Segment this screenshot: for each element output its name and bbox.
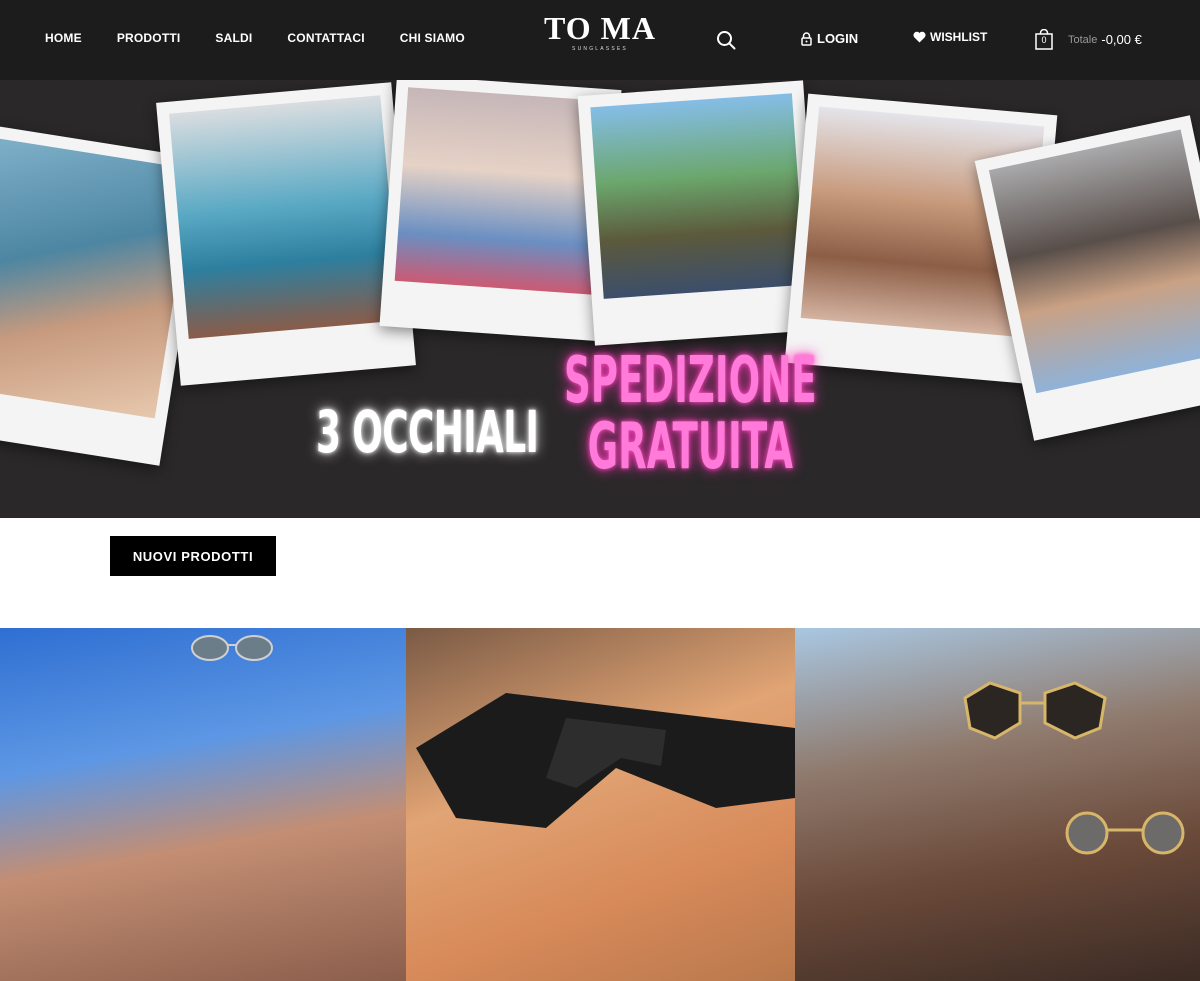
promo-text-right: SPEDIZIONE GRATUITA	[564, 348, 817, 480]
cart-total-label: Totale	[1068, 33, 1098, 46]
logo-subtitle: SUNGLASSES	[572, 46, 628, 52]
main-nav: HOME PRODOTTI SALDI CONTATTACI CHI SIAMO	[45, 31, 500, 45]
promo-line-1: SPEDIZIONE	[564, 344, 817, 418]
cart-link[interactable]: 0 Totale -0,00 €	[1035, 28, 1142, 50]
product-image[interactable]	[0, 628, 406, 981]
sunglasses-shape	[1065, 811, 1185, 855]
logo-text: TO MA	[544, 10, 656, 46]
cart-count: 0	[1041, 35, 1047, 45]
login-label: LOGIN	[817, 31, 859, 46]
cart-total-value: -0,00 €	[1101, 32, 1142, 47]
nav-contattaci[interactable]: CONTATTACI	[287, 31, 364, 45]
polaroid-photo	[577, 80, 821, 346]
product-image[interactable]	[406, 628, 795, 981]
login-link[interactable]: LOGIN	[801, 31, 858, 46]
sunglasses-shape	[416, 693, 795, 828]
search-icon[interactable]	[716, 30, 736, 50]
new-products-button[interactable]: NUOVI PRODOTTI	[110, 536, 276, 576]
lock-icon	[801, 31, 812, 46]
sunglasses-shape	[191, 635, 273, 661]
polaroid-photo	[156, 82, 416, 386]
nav-saldi[interactable]: SALDI	[215, 31, 252, 45]
site-header: HOME PRODOTTI SALDI CONTATTACI CHI SIAMO…	[0, 0, 1200, 80]
promo-line-2: GRATUITA	[587, 410, 793, 484]
nav-chi-siamo[interactable]: CHI SIAMO	[400, 31, 465, 45]
logo[interactable]: TO MA SUNGLASSES	[538, 12, 662, 52]
hero-banner[interactable]: 3 OCCHIALI SPEDIZIONE GRATUITA	[0, 80, 1200, 518]
heart-icon	[913, 31, 926, 43]
promo-text-left: 3 OCCHIALI	[316, 398, 539, 466]
shopping-bag-icon: 0	[1035, 28, 1053, 50]
nav-prodotti[interactable]: PRODOTTI	[117, 31, 181, 45]
nav-home[interactable]: HOME	[45, 31, 82, 45]
wishlist-label: WISHLIST	[930, 30, 988, 44]
product-image[interactable]	[795, 628, 1200, 981]
sunglasses-shape	[963, 681, 1107, 740]
wishlist-link[interactable]: WISHLIST	[913, 30, 987, 44]
product-grid	[0, 628, 1200, 981]
polaroid-photo	[974, 115, 1200, 441]
